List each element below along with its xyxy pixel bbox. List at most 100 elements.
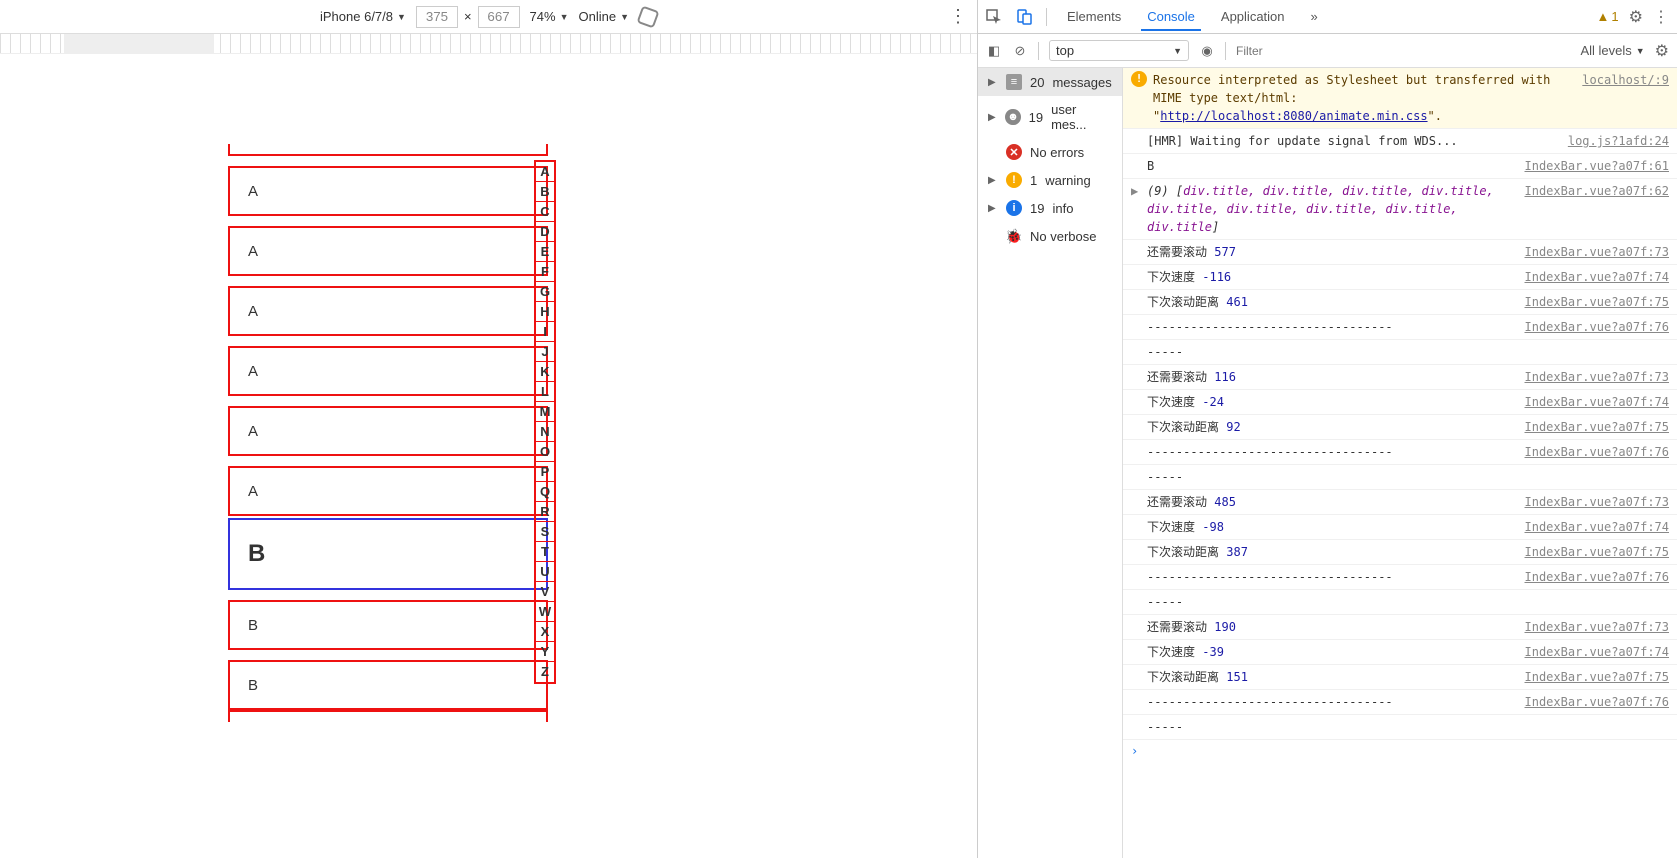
- log-info[interactable]: -----: [1123, 340, 1677, 365]
- index-letter[interactable]: P: [536, 462, 554, 482]
- sidebar-warnings[interactable]: ▶ ! 1 warning: [978, 166, 1122, 194]
- log-source[interactable]: IndexBar.vue?a07f:76: [1525, 568, 1670, 586]
- log-source[interactable]: IndexBar.vue?a07f:73: [1525, 368, 1670, 386]
- log-source[interactable]: IndexBar.vue?a07f:73: [1525, 618, 1670, 636]
- log-info[interactable]: ----------------------------------IndexB…: [1123, 315, 1677, 340]
- chevron-right-icon[interactable]: ▶: [1131, 182, 1141, 200]
- list-item[interactable]: A: [228, 226, 548, 276]
- log-info[interactable]: 下次速度 -24IndexBar.vue?a07f:74: [1123, 390, 1677, 415]
- log-source[interactable]: IndexBar.vue?a07f:75: [1525, 418, 1670, 436]
- index-letter[interactable]: J: [536, 342, 554, 362]
- console-prompt[interactable]: ›: [1123, 740, 1677, 762]
- log-info[interactable]: ----------------------------------IndexB…: [1123, 440, 1677, 465]
- log-source[interactable]: IndexBar.vue?a07f:73: [1525, 243, 1670, 261]
- tab-console[interactable]: Console: [1141, 2, 1201, 31]
- index-letter[interactable]: L: [536, 382, 554, 402]
- list-item[interactable]: A: [228, 466, 548, 516]
- log-info[interactable]: 下次滚动距离 92IndexBar.vue?a07f:75: [1123, 415, 1677, 440]
- log-source[interactable]: localhost/:9: [1582, 71, 1669, 89]
- list-item[interactable]: A: [228, 346, 548, 396]
- index-letter[interactable]: M: [536, 402, 554, 422]
- index-letter[interactable]: I: [536, 322, 554, 342]
- index-letter[interactable]: D: [536, 222, 554, 242]
- index-letter[interactable]: Y: [536, 642, 554, 662]
- console-log[interactable]: ! Resource interpreted as Stylesheet but…: [1123, 68, 1677, 858]
- levels-select[interactable]: All levels ▼: [1580, 43, 1644, 58]
- index-letter[interactable]: K: [536, 362, 554, 382]
- log-info[interactable]: -----: [1123, 715, 1677, 740]
- log-info[interactable]: 下次速度 -98IndexBar.vue?a07f:74: [1123, 515, 1677, 540]
- index-letter[interactable]: F: [536, 262, 554, 282]
- index-letter[interactable]: H: [536, 302, 554, 322]
- eye-icon[interactable]: ◉: [1199, 43, 1215, 59]
- log-info[interactable]: ----------------------------------IndexB…: [1123, 565, 1677, 590]
- device-select[interactable]: iPhone 6/7/8 ▼: [320, 9, 406, 24]
- sidebar-toggle-icon[interactable]: ◧: [986, 43, 1002, 59]
- log-source[interactable]: IndexBar.vue?a07f:75: [1525, 668, 1670, 686]
- log-source[interactable]: IndexBar.vue?a07f:74: [1525, 268, 1670, 286]
- log-source[interactable]: IndexBar.vue?a07f:75: [1525, 543, 1670, 561]
- list-item[interactable]: B: [228, 660, 548, 710]
- log-info[interactable]: 还需要滚动 577IndexBar.vue?a07f:73: [1123, 240, 1677, 265]
- warning-badge[interactable]: ▲1: [1597, 9, 1619, 24]
- log-info[interactable]: 下次速度 -116IndexBar.vue?a07f:74: [1123, 265, 1677, 290]
- tab-application[interactable]: Application: [1215, 2, 1291, 31]
- clear-icon[interactable]: ⊘: [1012, 43, 1028, 59]
- log-info[interactable]: ▶ (9) [div.title, div.title, div.title, …: [1123, 179, 1677, 240]
- rotate-icon[interactable]: [636, 5, 659, 28]
- index-bar[interactable]: ABCDEFGHIJKLMNOPQRSTUVWXYZ: [534, 160, 556, 684]
- log-info[interactable]: 还需要滚动 190IndexBar.vue?a07f:73: [1123, 615, 1677, 640]
- log-link[interactable]: http://localhost:8080/animate.min.css: [1160, 109, 1427, 123]
- log-source[interactable]: IndexBar.vue?a07f:61: [1525, 157, 1670, 175]
- index-letter[interactable]: Q: [536, 482, 554, 502]
- index-letter[interactable]: U: [536, 562, 554, 582]
- tab-elements[interactable]: Elements: [1061, 2, 1127, 31]
- log-source[interactable]: IndexBar.vue?a07f:62: [1525, 182, 1670, 200]
- log-info[interactable]: 下次滚动距离 151IndexBar.vue?a07f:75: [1123, 665, 1677, 690]
- index-letter[interactable]: Z: [536, 662, 554, 682]
- log-source[interactable]: IndexBar.vue?a07f:74: [1525, 643, 1670, 661]
- index-letter[interactable]: S: [536, 522, 554, 542]
- index-letter[interactable]: O: [536, 442, 554, 462]
- zoom-select[interactable]: 74% ▼: [530, 9, 569, 24]
- more-icon[interactable]: ⋮: [1653, 7, 1669, 27]
- log-warning[interactable]: ! Resource interpreted as Stylesheet but…: [1123, 68, 1677, 129]
- height-input[interactable]: [478, 6, 520, 28]
- log-info[interactable]: 下次滚动距离 461IndexBar.vue?a07f:75: [1123, 290, 1677, 315]
- index-letter[interactable]: W: [536, 602, 554, 622]
- index-letter[interactable]: C: [536, 202, 554, 222]
- log-source[interactable]: IndexBar.vue?a07f:74: [1525, 393, 1670, 411]
- index-letter[interactable]: X: [536, 622, 554, 642]
- more-icon[interactable]: ⋮: [949, 6, 967, 27]
- list-item[interactable]: B: [228, 600, 548, 650]
- width-input[interactable]: [416, 6, 458, 28]
- device-icon[interactable]: [1016, 9, 1032, 25]
- log-source[interactable]: IndexBar.vue?a07f:74: [1525, 518, 1670, 536]
- list-item[interactable]: A: [228, 166, 548, 216]
- filter-input[interactable]: [1236, 44, 1570, 58]
- sidebar-user[interactable]: ▶ ☻ 19 user mes...: [978, 96, 1122, 138]
- log-source[interactable]: IndexBar.vue?a07f:75: [1525, 293, 1670, 311]
- log-source[interactable]: IndexBar.vue?a07f:73: [1525, 493, 1670, 511]
- sidebar-messages[interactable]: ▶ ≡ 20 messages: [978, 68, 1122, 96]
- list-item[interactable]: A: [228, 286, 548, 336]
- log-info[interactable]: [HMR] Waiting for update signal from WDS…: [1123, 129, 1677, 154]
- list-item[interactable]: A: [228, 406, 548, 456]
- index-letter[interactable]: N: [536, 422, 554, 442]
- index-letter[interactable]: V: [536, 582, 554, 602]
- log-source[interactable]: IndexBar.vue?a07f:76: [1525, 693, 1670, 711]
- index-letter[interactable]: T: [536, 542, 554, 562]
- log-info[interactable]: 下次滚动距离 387IndexBar.vue?a07f:75: [1123, 540, 1677, 565]
- index-letter[interactable]: E: [536, 242, 554, 262]
- network-select[interactable]: Online ▼: [578, 9, 629, 24]
- sidebar-verbose[interactable]: 🐞 No verbose: [978, 222, 1122, 250]
- log-info[interactable]: -----: [1123, 465, 1677, 490]
- log-source[interactable]: log.js?1afd:24: [1568, 132, 1669, 150]
- gear-icon[interactable]: ⚙: [1655, 41, 1669, 61]
- log-info[interactable]: B IndexBar.vue?a07f:61: [1123, 154, 1677, 179]
- sidebar-errors[interactable]: ✕ No errors: [978, 138, 1122, 166]
- index-letter[interactable]: G: [536, 282, 554, 302]
- context-select[interactable]: top ▼: [1049, 40, 1189, 61]
- log-source[interactable]: IndexBar.vue?a07f:76: [1525, 318, 1670, 336]
- index-letter[interactable]: B: [536, 182, 554, 202]
